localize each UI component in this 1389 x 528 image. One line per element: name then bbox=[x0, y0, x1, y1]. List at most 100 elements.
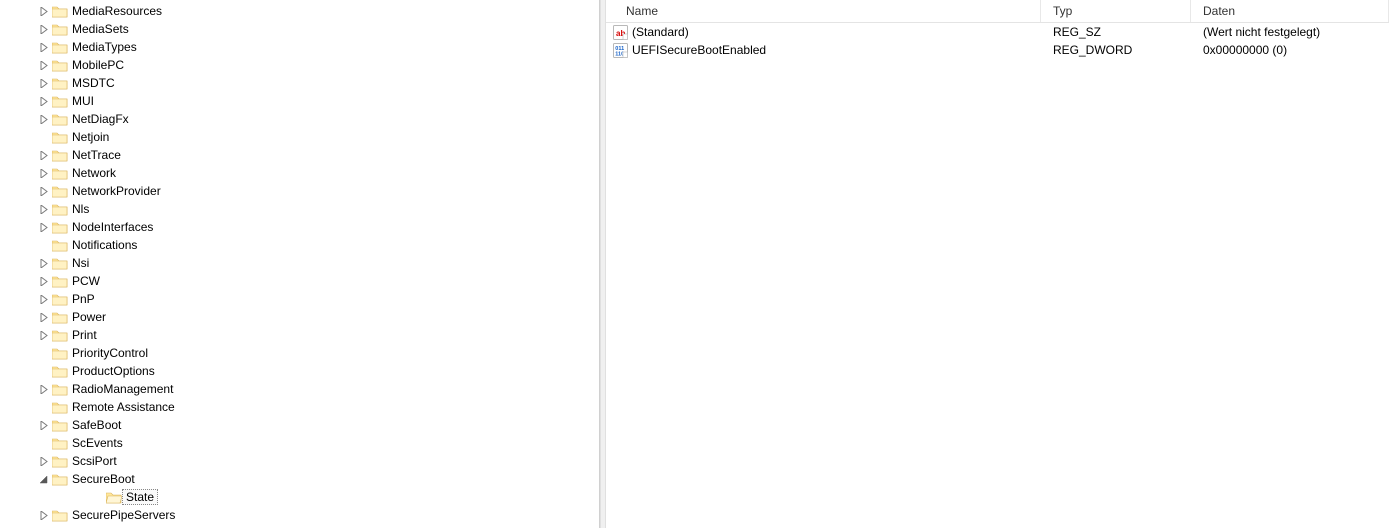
tree-item[interactable]: Power bbox=[0, 308, 599, 326]
folder-icon bbox=[52, 183, 68, 199]
folder-icon bbox=[52, 219, 68, 235]
expand-icon[interactable] bbox=[36, 457, 52, 466]
tree-item[interactable]: PCW bbox=[0, 272, 599, 290]
string-value-icon bbox=[612, 24, 628, 40]
folder-icon bbox=[52, 237, 68, 253]
tree-item-label: Notifications bbox=[68, 238, 137, 252]
expand-icon[interactable] bbox=[36, 385, 52, 394]
tree-item-label: SecureBoot bbox=[68, 472, 135, 486]
tree-item[interactable]: RadioManagement bbox=[0, 380, 599, 398]
tree-item[interactable]: PriorityControl bbox=[0, 344, 599, 362]
folder-icon bbox=[52, 381, 68, 397]
expand-icon[interactable] bbox=[36, 151, 52, 160]
value-type: REG_DWORD bbox=[1041, 43, 1191, 57]
tree-item[interactable]: NetworkProvider bbox=[0, 182, 599, 200]
tree-item-label: PCW bbox=[68, 274, 100, 288]
value-type: REG_SZ bbox=[1041, 25, 1191, 39]
tree-item-label: Nls bbox=[68, 202, 89, 216]
tree-item[interactable]: Nsi bbox=[0, 254, 599, 272]
column-header-name[interactable]: Name bbox=[606, 0, 1041, 22]
expand-icon[interactable] bbox=[36, 331, 52, 340]
column-header-data[interactable]: Daten bbox=[1191, 0, 1389, 22]
tree-item-label: MediaSets bbox=[68, 22, 129, 36]
expand-icon[interactable] bbox=[36, 205, 52, 214]
value-data: (Wert nicht festgelegt) bbox=[1191, 25, 1389, 39]
expand-icon[interactable] bbox=[36, 187, 52, 196]
expand-icon[interactable] bbox=[36, 313, 52, 322]
folder-icon bbox=[52, 39, 68, 55]
registry-values-panel: Name Typ Daten (Standard)REG_SZ(Wert nic… bbox=[606, 0, 1389, 528]
table-row[interactable]: UEFISecureBootEnabledREG_DWORD0x00000000… bbox=[606, 41, 1389, 59]
expand-icon[interactable] bbox=[36, 97, 52, 106]
folder-icon bbox=[52, 507, 68, 523]
tree-item-label: SafeBoot bbox=[68, 418, 121, 432]
tree-item[interactable]: Notifications bbox=[0, 236, 599, 254]
expand-icon[interactable] bbox=[36, 259, 52, 268]
collapse-icon[interactable] bbox=[36, 475, 52, 484]
tree-item-label: ScsiPort bbox=[68, 454, 117, 468]
expand-icon[interactable] bbox=[36, 79, 52, 88]
list-body[interactable]: (Standard)REG_SZ(Wert nicht festgelegt) U… bbox=[606, 23, 1389, 528]
expand-icon[interactable] bbox=[36, 61, 52, 70]
tree-item[interactable]: ScsiPort bbox=[0, 452, 599, 470]
binary-value-icon bbox=[612, 42, 628, 58]
tree-item[interactable]: MediaSets bbox=[0, 20, 599, 38]
tree-item[interactable]: Print bbox=[0, 326, 599, 344]
folder-icon bbox=[52, 75, 68, 91]
expand-icon[interactable] bbox=[36, 223, 52, 232]
expand-icon[interactable] bbox=[36, 421, 52, 430]
list-header: Name Typ Daten bbox=[606, 0, 1389, 23]
value-name: UEFISecureBootEnabled bbox=[632, 43, 766, 57]
tree-item[interactable]: SafeBoot bbox=[0, 416, 599, 434]
tree-item-label: NetDiagFx bbox=[68, 112, 129, 126]
folder-icon bbox=[52, 327, 68, 343]
expand-icon[interactable] bbox=[36, 115, 52, 124]
tree-item[interactable]: Network bbox=[0, 164, 599, 182]
expand-icon[interactable] bbox=[36, 7, 52, 16]
folder-icon bbox=[52, 255, 68, 271]
folder-icon bbox=[52, 309, 68, 325]
tree-item-label: PnP bbox=[68, 292, 95, 306]
tree-item[interactable]: NetTrace bbox=[0, 146, 599, 164]
folder-icon bbox=[52, 471, 68, 487]
tree-item[interactable]: SecurityProviders bbox=[0, 524, 599, 528]
folder-icon bbox=[52, 129, 68, 145]
tree-item[interactable]: SecurePipeServers bbox=[0, 506, 599, 524]
tree-item[interactable]: ScEvents bbox=[0, 434, 599, 452]
expand-icon[interactable] bbox=[36, 25, 52, 34]
expand-icon[interactable] bbox=[36, 169, 52, 178]
folder-icon bbox=[52, 291, 68, 307]
tree-item[interactable]: MediaTypes bbox=[0, 38, 599, 56]
folder-icon bbox=[106, 489, 122, 505]
tree-item[interactable]: MediaResources bbox=[0, 2, 599, 20]
tree-item-label: MSDTC bbox=[68, 76, 115, 90]
tree-item[interactable]: Remote Assistance bbox=[0, 398, 599, 416]
expand-icon[interactable] bbox=[36, 277, 52, 286]
tree-item-label: SecurePipeServers bbox=[68, 508, 175, 522]
tree-item[interactable]: PnP bbox=[0, 290, 599, 308]
tree-item[interactable]: Netjoin bbox=[0, 128, 599, 146]
tree-item-label: MUI bbox=[68, 94, 94, 108]
tree-item-label: MediaResources bbox=[68, 4, 162, 18]
folder-icon bbox=[52, 111, 68, 127]
expand-icon[interactable] bbox=[36, 511, 52, 520]
expand-icon[interactable] bbox=[36, 295, 52, 304]
tree-item-label: Nsi bbox=[68, 256, 89, 270]
tree-item-label: RadioManagement bbox=[68, 382, 173, 396]
tree-item[interactable]: Nls bbox=[0, 200, 599, 218]
folder-icon bbox=[52, 435, 68, 451]
tree-item[interactable]: NodeInterfaces bbox=[0, 218, 599, 236]
tree-item[interactable]: MUI bbox=[0, 92, 599, 110]
table-row[interactable]: (Standard)REG_SZ(Wert nicht festgelegt) bbox=[606, 23, 1389, 41]
expand-icon[interactable] bbox=[36, 43, 52, 52]
registry-tree-panel[interactable]: MediaResources MediaSets MediaTypesMobileP… bbox=[0, 0, 600, 528]
tree-item[interactable]: MobilePC bbox=[0, 56, 599, 74]
tree-item-label: Netjoin bbox=[68, 130, 109, 144]
tree-item[interactable]: ProductOptions bbox=[0, 362, 599, 380]
folder-icon bbox=[52, 417, 68, 433]
tree-item[interactable]: MSDTC bbox=[0, 74, 599, 92]
tree-item[interactable]: SecureBoot bbox=[0, 470, 599, 488]
column-header-type[interactable]: Typ bbox=[1041, 0, 1191, 22]
tree-item[interactable]: NetDiagFx bbox=[0, 110, 599, 128]
tree-item[interactable]: State bbox=[0, 488, 599, 506]
